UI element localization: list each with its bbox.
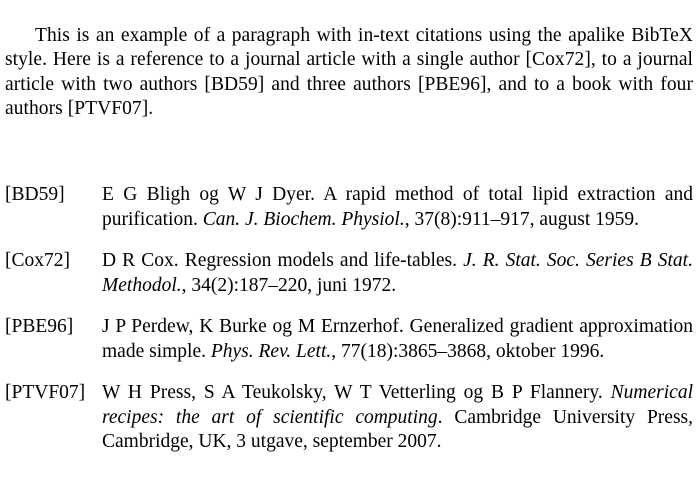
bib-venue: Can. J. Biochem. Physiol. bbox=[202, 208, 405, 230]
bib-title: Regression models and life-tables. bbox=[184, 250, 464, 271]
bib-details: , 34(2):187–220, juni 1972. bbox=[181, 274, 397, 296]
bibliography: [BD59] E G Bligh og W J Dyer. A rapid me… bbox=[5, 183, 693, 472]
bib-body: E G Bligh og W J Dyer. A rapid method of… bbox=[102, 183, 693, 232]
bib-entry: [PBE96] J P Perdew, K Burke og M Ernzerh… bbox=[5, 315, 693, 364]
citation-pbe96[interactable]: [PBE96] bbox=[418, 74, 487, 95]
paragraph-text: and three authors bbox=[264, 73, 418, 95]
bib-key: [Cox72] bbox=[5, 250, 70, 271]
bib-authors: J P Perdew, K Burke og M Ernzerhof. bbox=[102, 316, 410, 337]
citation-bd59[interactable]: [BD59] bbox=[204, 74, 264, 95]
intro-paragraph: This is an example of a paragraph with i… bbox=[5, 24, 693, 122]
bib-body: J P Perdew, K Burke og M Ernzerhof. Gene… bbox=[102, 315, 693, 364]
bib-body: D R Cox. Regression models and life-tabl… bbox=[102, 249, 693, 298]
bib-details: , 77(18):3865–3868, oktober 1996. bbox=[331, 340, 605, 362]
bib-key: [BD59] bbox=[5, 184, 65, 205]
bib-authors: E G Bligh og W J Dyer. bbox=[102, 184, 324, 205]
bib-body: W H Press, S A Teukolsky, W T Vetterling… bbox=[102, 381, 693, 455]
paragraph-text: . bbox=[148, 98, 154, 119]
citation-cox72[interactable]: [Cox72] bbox=[526, 49, 591, 70]
citation-ptvf07[interactable]: [PTVF07] bbox=[68, 98, 149, 119]
bib-entry: [PTVF07] W H Press, S A Teukolsky, W T V… bbox=[5, 381, 693, 455]
bib-key: [PBE96] bbox=[5, 316, 74, 337]
bib-entry: [Cox72] D R Cox. Regression models and l… bbox=[5, 249, 693, 298]
bib-authors: W H Press, S A Teukolsky, W T Vetterling… bbox=[102, 382, 611, 403]
bib-details: , 37(8):911–917, august 1959. bbox=[404, 208, 640, 230]
bib-authors: D R Cox. bbox=[102, 250, 185, 271]
bib-key: [PTVF07] bbox=[5, 382, 86, 403]
bib-entry: [BD59] E G Bligh og W J Dyer. A rapid me… bbox=[5, 183, 693, 232]
bib-venue: Phys. Rev. Lett. bbox=[210, 340, 332, 362]
